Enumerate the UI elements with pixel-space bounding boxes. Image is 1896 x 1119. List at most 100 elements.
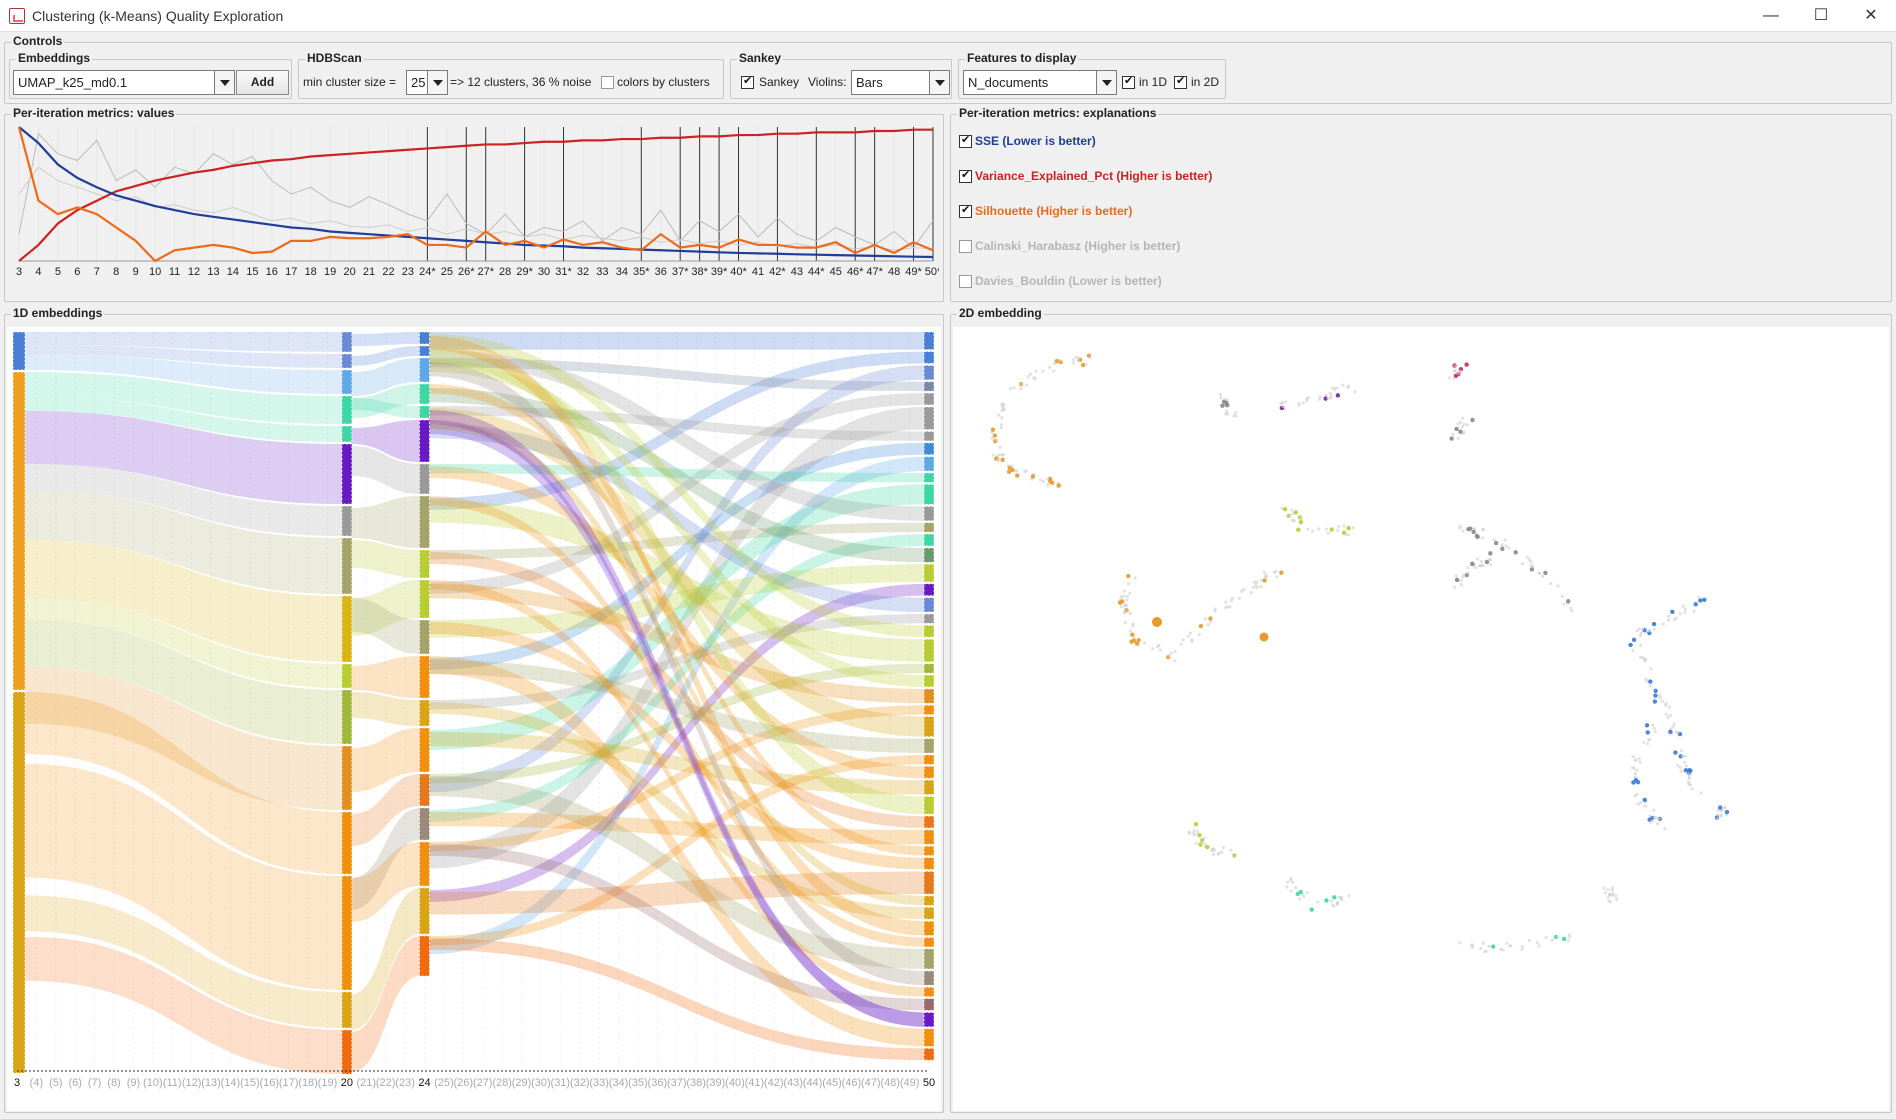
embedding-point [1633,794,1637,798]
metric-checkbox[interactable] [959,203,972,218]
metric-label: Calinski_Harabasz (Higher is better) [975,239,1181,253]
embedding-point [1290,508,1294,512]
cluster-bar-k50 [924,1028,934,1047]
embedding-point [1678,765,1682,770]
metrics-chart[interactable]: 3 4 5 6 7 8 9 10 11 12 13 14 15 16 17 18 19 20 21 22 23 24* 25… [9,125,939,300]
embedding-point [1346,525,1351,531]
embedding-point [1224,412,1228,416]
cluster-bar-k50 [924,871,934,894]
x-tick-label: 50* [925,266,939,278]
embedding-point [1491,944,1496,949]
sankey-title: Sankey [737,51,784,65]
embedding-point [1719,813,1723,817]
embedding-point [1480,536,1485,540]
embedding-point [1527,558,1531,562]
min-cluster-size-select[interactable]: 25 [406,70,448,95]
cluster-bar-k24 [419,384,430,404]
embedding-point [1242,587,1246,592]
close-button[interactable]: ✕ [1846,0,1896,32]
embedding-point [1724,809,1730,815]
embedding-point [1205,844,1210,850]
sankey-checkbox[interactable] [741,74,754,89]
embedding-point [1173,659,1177,663]
x-tick-label: 49* [905,266,922,278]
column-label: (10) [143,1077,163,1089]
embedding-point [1466,571,1470,575]
in-2d-checkbox[interactable] [1174,74,1187,89]
embedding-point [1333,387,1337,392]
embedding-point [1687,782,1691,786]
cluster-bar-k24 [419,936,430,976]
chevron-down-icon[interactable] [214,71,234,94]
embeddings-selected: UMAP_k25_md0.1 [18,75,128,90]
embedding-point [1505,941,1509,946]
cluster-bar-k24 [419,620,430,654]
embedding-point [1203,617,1207,621]
chevron-down-icon[interactable] [929,71,949,94]
embedding-point [1190,637,1194,642]
metric-checkbox[interactable] [959,240,972,253]
embedding-point [1018,382,1023,387]
embedding-point [1697,596,1701,600]
minimize-button[interactable]: — [1746,0,1796,32]
cluster-bar-k50 [924,547,934,563]
maximize-button[interactable]: ☐ [1796,0,1846,32]
embedding-point [1674,616,1679,620]
cluster-bar-k50 [924,613,934,624]
embedding-point [1648,684,1652,688]
violins-select[interactable]: Bars [851,70,950,95]
cluster-bar-k24 [419,496,430,548]
column-label: (41) [745,1077,765,1089]
metric-checkbox[interactable] [959,133,972,148]
embedding-point [1683,610,1687,615]
embedding-point [1234,411,1238,415]
embeddings-select[interactable]: UMAP_k25_md0.1 [13,70,235,95]
embedding-point [1317,527,1321,531]
embedding-2d-scatter[interactable] [953,327,1889,1111]
embedding-point [1692,609,1696,614]
chevron-down-icon[interactable] [427,71,447,94]
metric-label: SSE (Lower is better) [975,134,1096,148]
colors-by-clusters-checkbox[interactable] [601,76,614,89]
cluster-bar-k50 [924,921,934,936]
embedding-point [1041,369,1045,373]
column-label: (26) [454,1077,474,1089]
metric-checkbox[interactable] [959,168,972,183]
column-label: (25) [434,1077,454,1089]
embeddings-title: Embeddings [16,51,93,65]
embedding-point [1298,889,1303,895]
embedding-point [1331,903,1335,907]
x-tick-label: 21 [363,266,375,278]
embedding-point [1351,526,1355,530]
embedding-point [1199,840,1204,844]
in-1d-checkbox[interactable] [1122,74,1135,89]
cluster-bar-k20 [341,444,352,504]
sankey-diagram[interactable]: 3 (4) (5) (6) (7) (8) (9) (10) (11) (12) (13) (14)(… [7,327,941,1111]
chevron-down-icon[interactable] [1096,71,1116,94]
sankey-label: Sankey [759,75,800,89]
cluster-bar-k24 [419,842,430,886]
x-tick-label: 17 [285,266,297,278]
cluster-bar-k50 [924,948,934,969]
column-label: (27) [473,1077,493,1089]
embedding-point [1179,642,1183,646]
metric-checkbox[interactable] [959,275,972,288]
embedding-point [1289,876,1293,881]
embedding-point [1077,356,1081,360]
x-tick-label: 29* [516,266,533,278]
embedding-point [1560,594,1564,598]
cluster-bar-k50 [924,522,934,533]
add-button[interactable]: Add [236,70,289,95]
embedding-point [1503,538,1507,542]
column-label: (43) [783,1077,803,1089]
embedding-point [1666,614,1671,618]
embedding-point [1192,831,1196,835]
embedding-point [1324,898,1329,903]
embedding-point [1000,423,1004,427]
embedding-point [1219,396,1223,400]
embeddings-1d-panel: 1D embeddings 3 (4) (5) (6) (7) (8) (9) (10) (11… [4,306,944,1113]
embedding-point [1653,693,1658,698]
embedding-point [1479,560,1484,564]
features-select[interactable]: N_documents [963,70,1117,95]
x-tick-label: 32 [577,266,589,278]
